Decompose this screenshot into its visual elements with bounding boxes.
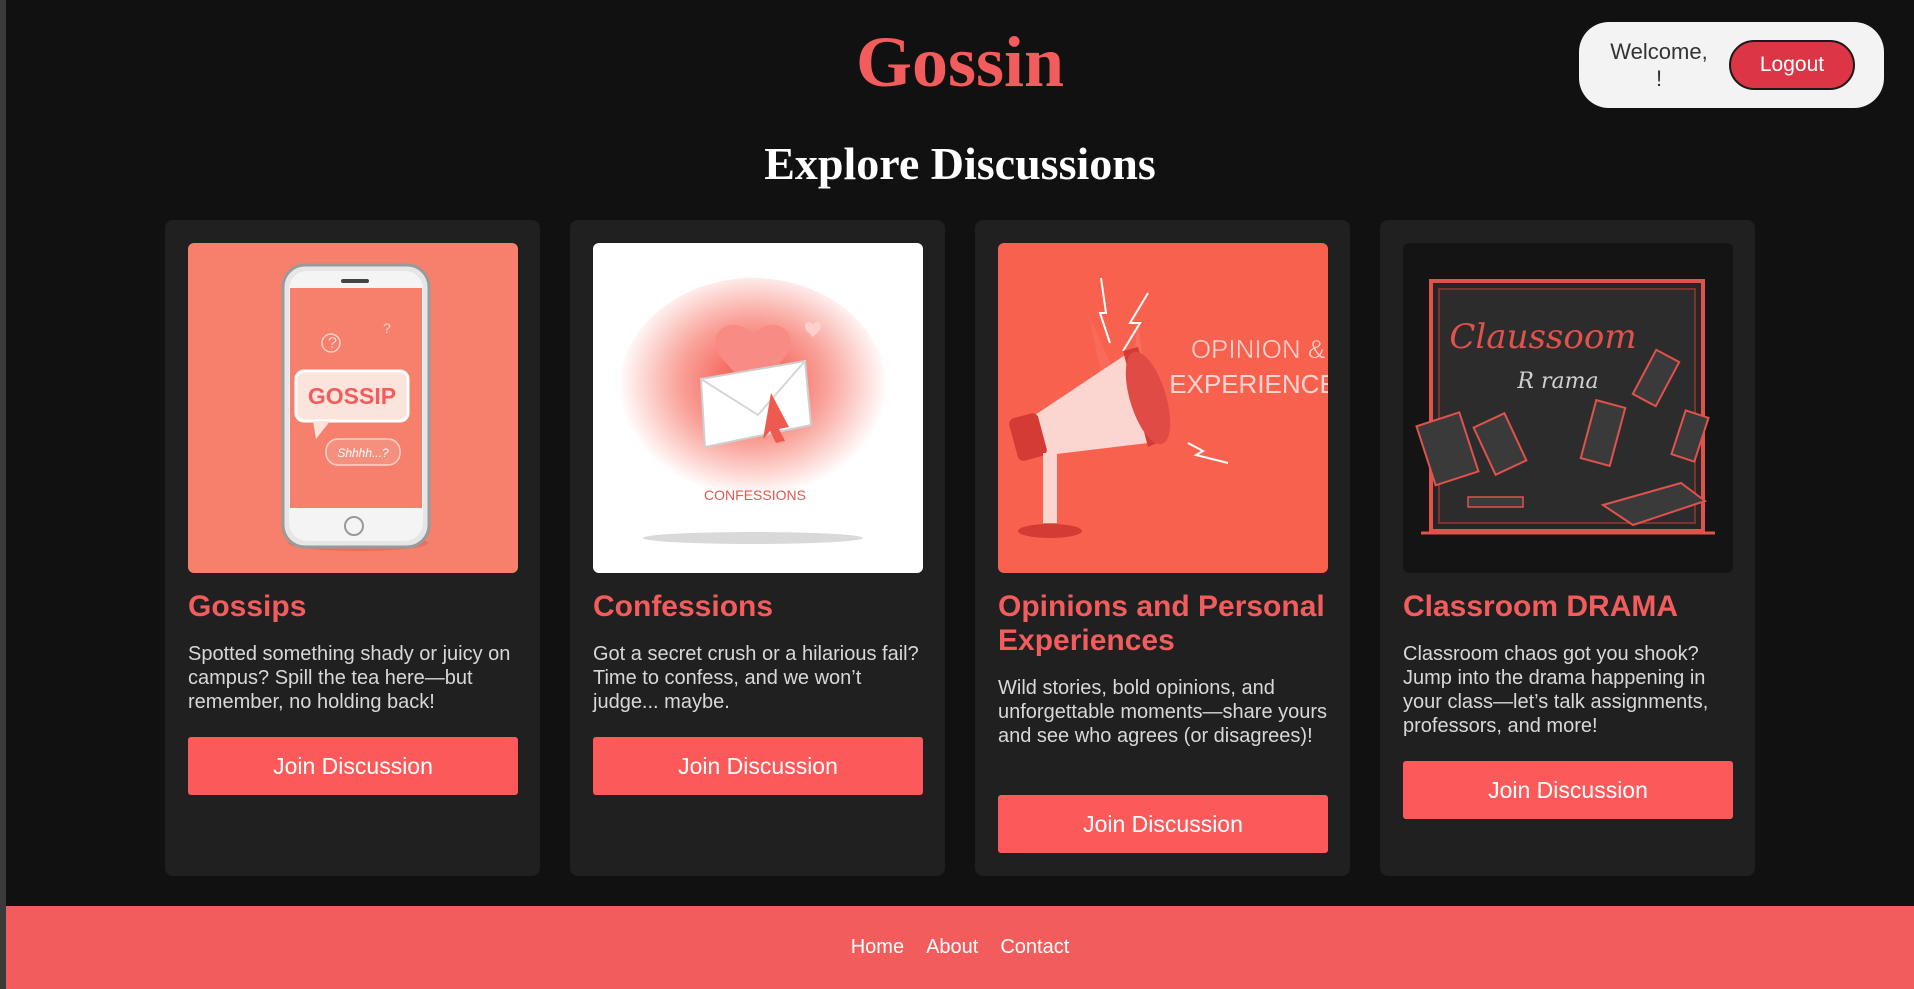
classroom-drama-image: Claussoom R rama [1403, 243, 1733, 573]
discussion-card-gossips: ? ? GOSSIP Shhhh...? Gossips Spotted som… [165, 220, 540, 876]
svg-text:?: ? [328, 335, 337, 352]
discussion-card-opinions: OPINION & EXPERIENCE Opinions and Person… [975, 220, 1350, 876]
card-description: Classroom chaos got you shook? Jump into… [1403, 643, 1709, 737]
gossip-image-subtext: Shhhh...? [337, 446, 389, 460]
welcome-message: Welcome, ! [1601, 38, 1717, 92]
footer-link-home[interactable]: Home [851, 936, 904, 959]
gossip-image-text: GOSSIP [308, 383, 396, 409]
footer-link-about[interactable]: About [926, 936, 978, 959]
card-description: Got a secret crush or a hilarious fail? … [593, 643, 919, 713]
opinions-image: OPINION & EXPERIENCE [998, 243, 1328, 573]
gossip-image: ? ? GOSSIP Shhhh...? [188, 243, 518, 573]
opinions-image-text-2: EXPERIENCE [1169, 369, 1328, 399]
footer: Home About Contact [6, 906, 1914, 989]
card-description: Spotted something shady or juicy on camp… [188, 643, 511, 713]
confessions-image: CONFESSIONS [593, 243, 923, 573]
confessions-image-text: CONFESSIONS [704, 487, 806, 503]
drama-image-text-2: R rama [1516, 369, 1598, 394]
join-discussion-button[interactable]: Join Discussion [593, 737, 923, 795]
join-discussion-button[interactable]: Join Discussion [188, 737, 518, 795]
join-discussion-button[interactable]: Join Discussion [1403, 761, 1733, 819]
card-title: Gossips [188, 590, 307, 623]
card-title: Classroom DRAMA [1403, 590, 1679, 623]
svg-text:?: ? [383, 320, 391, 336]
page-title: Explore Discussions [764, 138, 1156, 189]
logout-button[interactable]: Logout [1729, 40, 1855, 90]
drama-image-text: Claussoom [1449, 317, 1636, 357]
card-title: Opinions and Personal Experiences [998, 590, 1325, 657]
card-description: Wild stories, bold opinions, and unforge… [998, 677, 1328, 747]
discussion-card-classroom-drama: Claussoom R rama Classroom DRAMA Classro… [1380, 220, 1755, 876]
footer-link-contact[interactable]: Contact [1000, 936, 1069, 959]
user-box: Welcome, ! Logout [1579, 22, 1884, 108]
discussion-card-confessions: CONFESSIONS Confessions Got a secret cru… [570, 220, 945, 876]
opinions-image-text: OPINION & [1191, 334, 1325, 364]
card-title: Confessions [593, 590, 774, 623]
welcome-username: ! [1655, 66, 1663, 91]
welcome-label: Welcome, [1610, 39, 1708, 64]
join-discussion-button[interactable]: Join Discussion [998, 795, 1328, 853]
